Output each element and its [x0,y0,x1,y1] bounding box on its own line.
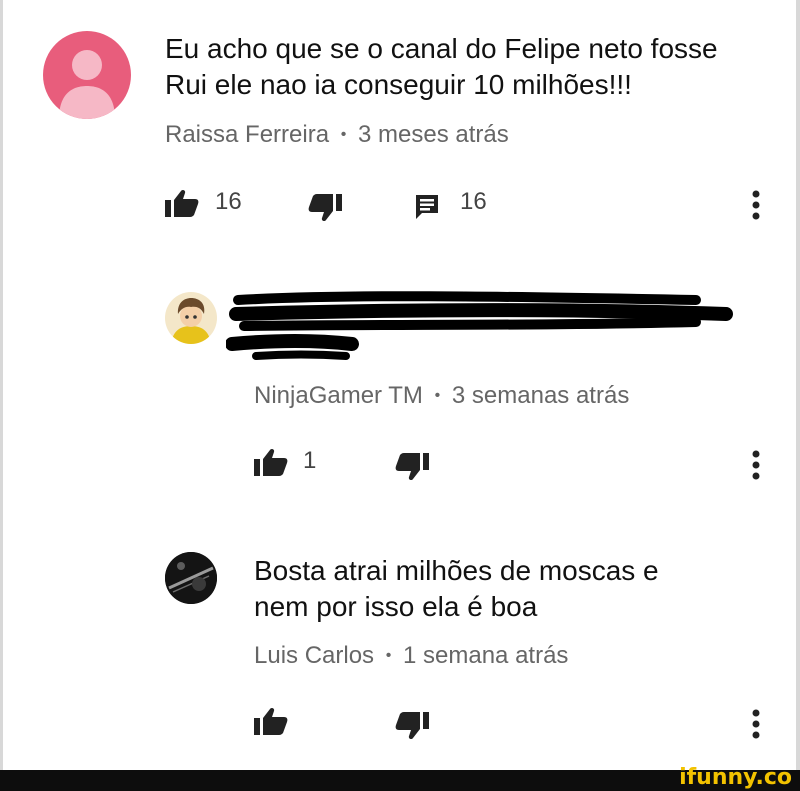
comment-meta: Raissa Ferreira • 3 meses atrás [165,121,509,149]
comment-meta: Luis Carlos • 1 semana atrás [254,642,568,670]
comment-meta: NinjaGamer TM • 3 semanas atrás [254,382,629,410]
like-count: 16 [215,188,242,215]
author-name[interactable]: NinjaGamer TM [254,382,423,409]
meta-separator: • [385,647,392,664]
thumbs-up-icon [165,189,199,217]
comment-text-line-2: Rui ele nao ia conseguir 10 milhões!!! [165,69,632,100]
thumbs-up-icon [254,707,288,735]
dislike-button[interactable] [308,194,342,222]
comment-3: Bosta atrai milhões de moscas e nem por … [0,540,800,770]
comment-text-line-1: Bosta atrai milhões de moscas e [254,555,659,586]
watermark-bar: ifunny.co [0,765,800,791]
more-options-button[interactable] [750,709,762,739]
dislike-button[interactable] [395,712,429,740]
like-count: 1 [303,447,317,474]
like-button[interactable] [254,707,288,735]
comment-icon [416,195,438,219]
avatar-guitar-photo[interactable] [165,552,217,604]
more-options-button[interactable] [750,190,762,220]
meta-separator: • [434,387,441,404]
thumbs-down-icon [395,712,429,740]
more-vert-icon [752,190,760,220]
thumbs-down-icon [308,194,342,222]
guitar-photo-thumbnail [165,552,217,604]
comment-2: NinjaGamer TM • 3 semanas atrás 1 [0,270,800,500]
comment-text-line-2: nem por isso ela é boa [254,591,538,622]
redacted-comment-text [225,290,736,365]
redaction-scribble [225,291,733,360]
dislike-button[interactable] [395,453,429,481]
comment-timestamp: 3 semanas atrás [451,382,630,409]
avatar-anime-boy[interactable] [165,292,217,344]
ifunny-watermark: ifunny.co [679,765,792,790]
more-options-button[interactable] [750,450,762,480]
author-name[interactable]: Raissa Ferreira [165,121,329,148]
reply-count: 16 [460,188,487,215]
comment-timestamp: 3 meses atrás [358,121,509,148]
comment-text-line-1: Eu acho que se o canal do Felipe neto fo… [165,33,718,64]
more-vert-icon [752,709,760,739]
meta-separator: • [340,126,347,143]
avatar-illustration [171,298,211,344]
comment-timestamp: 1 semana atrás [403,642,569,669]
avatar-default[interactable] [43,31,131,119]
like-button[interactable] [254,448,288,476]
person-icon [59,50,115,119]
author-name[interactable]: Luis Carlos [254,642,374,669]
thumbs-down-icon [395,453,429,481]
thumbs-up-icon [254,448,288,476]
more-vert-icon [752,450,760,480]
reply-button[interactable] [414,193,440,219]
like-button[interactable] [165,189,199,217]
comment-1: Eu acho que se o canal do Felipe neto fo… [0,0,800,240]
